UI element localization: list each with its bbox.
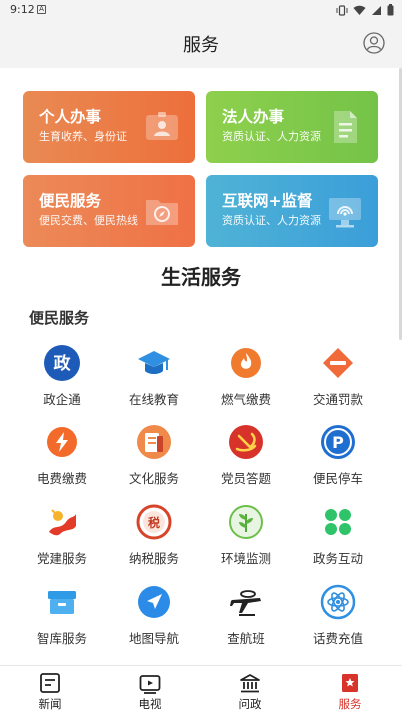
news-icon [40,673,60,693]
service-label: 党建服务 [36,551,87,566]
card-title: 法人办事 [222,108,285,126]
service-item-electricity-payment[interactable]: 电费缴费 [16,424,108,486]
service-item-flight-check[interactable]: 查航班 [200,584,292,646]
clover-icon [325,509,351,535]
card-convenience-services[interactable]: 便民服务 便民交费、便民热线 [23,175,195,247]
service-item-party-building[interactable]: 党建服务 [16,504,108,566]
card-subtitle: 生育收养、身份证 [39,130,127,143]
tab-label: 服务 [338,697,362,711]
card-legal-entity-affairs[interactable]: 法人办事 资质认证、人力资源 [206,91,378,163]
svg-text:税: 税 [148,515,160,530]
card-subtitle: 资质认证、人力资源 [222,214,321,227]
lightning-icon [47,427,77,457]
service-label: 纳税服务 [128,551,179,566]
no-entry-icon [323,348,353,378]
service-label: 查航班 [227,631,265,646]
zheng-icon: 政 [44,345,80,381]
svg-text:P: P [332,433,344,452]
service-label: 政企通 [43,392,81,407]
tab-services[interactable]: 服务 [300,666,400,716]
tab-tv[interactable]: 电视 [100,666,200,716]
service-item-traffic-fines[interactable]: 交通罚款 [292,345,384,407]
leaf-icon [229,505,263,539]
section-title-life-services: 生活服务 [161,265,241,289]
service-item-tax-services[interactable]: 税 纳税服务 [108,504,200,566]
status-right-icons [336,4,394,16]
service-label: 燃气缴费 [220,392,271,407]
service-bookmark-icon [342,674,358,692]
service-label: 智库服务 [36,631,87,646]
graduation-cap-icon [138,351,170,374]
tv-icon [139,675,161,694]
service-item-environment-monitoring[interactable]: 环境监测 [200,504,292,566]
tab-label: 问政 [238,697,262,711]
group-title-convenience: 便民服务 [29,309,90,327]
flame-icon [231,348,261,378]
service-item-phone-recharge[interactable]: 话费充值 [292,584,384,646]
svg-text:政: 政 [54,353,72,374]
service-label: 在线教育 [128,392,179,407]
tab-inquiry[interactable]: 问政 [200,666,300,716]
card-personal-affairs[interactable]: 个人办事 生育收养、身份证 [23,91,195,163]
service-item-online-education[interactable]: 在线教育 [108,345,200,407]
service-item-government-interaction[interactable]: 政务互动 [292,504,384,566]
parking-icon: P [321,425,355,459]
airplane-icon [230,590,261,616]
tab-label: 新闻 [38,697,62,711]
atom-icon [320,584,356,620]
battery-icon [387,4,394,16]
service-item-map-navigation[interactable]: 地图导航 [108,584,200,646]
tax-icon: 税 [136,504,172,540]
card-internet-supervision[interactable]: 互联网+监督 资质认证、人力资源 [206,175,378,247]
service-label: 文化服务 [128,471,179,486]
card-title: 互联网+监督 [222,192,313,210]
service-label: 话费充值 [312,631,363,646]
card-title: 便民服务 [39,192,102,210]
party-emblem-icon [229,425,263,459]
tab-news[interactable]: 新闻 [0,666,100,716]
service-item-party-quiz[interactable]: 党员答题 [200,424,292,486]
service-item-think-tank[interactable]: 智库服务 [16,584,108,646]
service-label: 环境监测 [220,551,271,566]
app-header: 服务 [0,20,402,68]
notification-a-icon: A [37,5,46,14]
folder-compass-icon [146,200,178,225]
document-icon [334,111,357,143]
service-label: 地图导航 [128,631,179,646]
government-building-icon [240,674,260,693]
user-profile-icon[interactable] [363,32,385,54]
navigation-arrow-icon [138,586,170,618]
service-label: 政务互动 [312,551,363,566]
party-flag-icon [49,509,76,536]
service-label: 党员答题 [220,471,271,486]
monitor-icon [329,198,361,228]
signal-icon [372,5,381,15]
card-title: 个人办事 [39,108,102,126]
status-bar: 9:12 A [0,0,402,20]
card-subtitle: 便民交费、便民热线 [39,214,138,227]
status-time: 9:12 [10,3,35,16]
id-card-icon [146,112,178,140]
service-item-gas-payment[interactable]: 燃气缴费 [200,345,292,407]
vibrate-icon [336,4,348,16]
service-item-zhengqitong[interactable]: 政 政企通 [16,345,108,407]
book-icon [137,425,171,459]
service-label: 电费缴费 [36,471,87,486]
tab-label: 电视 [138,697,162,711]
service-label: 交通罚款 [312,392,363,407]
service-label: 便民停车 [312,471,363,486]
wifi-icon [353,5,366,15]
page-title: 服务 [183,35,219,56]
bottom-tab-bar: 新闻 电视 问政 服务 [0,665,402,716]
card-subtitle: 资质认证、人力资源 [222,130,321,143]
service-item-parking[interactable]: P 便民停车 [292,424,384,486]
service-item-cultural-services[interactable]: 文化服务 [108,424,200,486]
archive-box-icon [48,591,76,614]
